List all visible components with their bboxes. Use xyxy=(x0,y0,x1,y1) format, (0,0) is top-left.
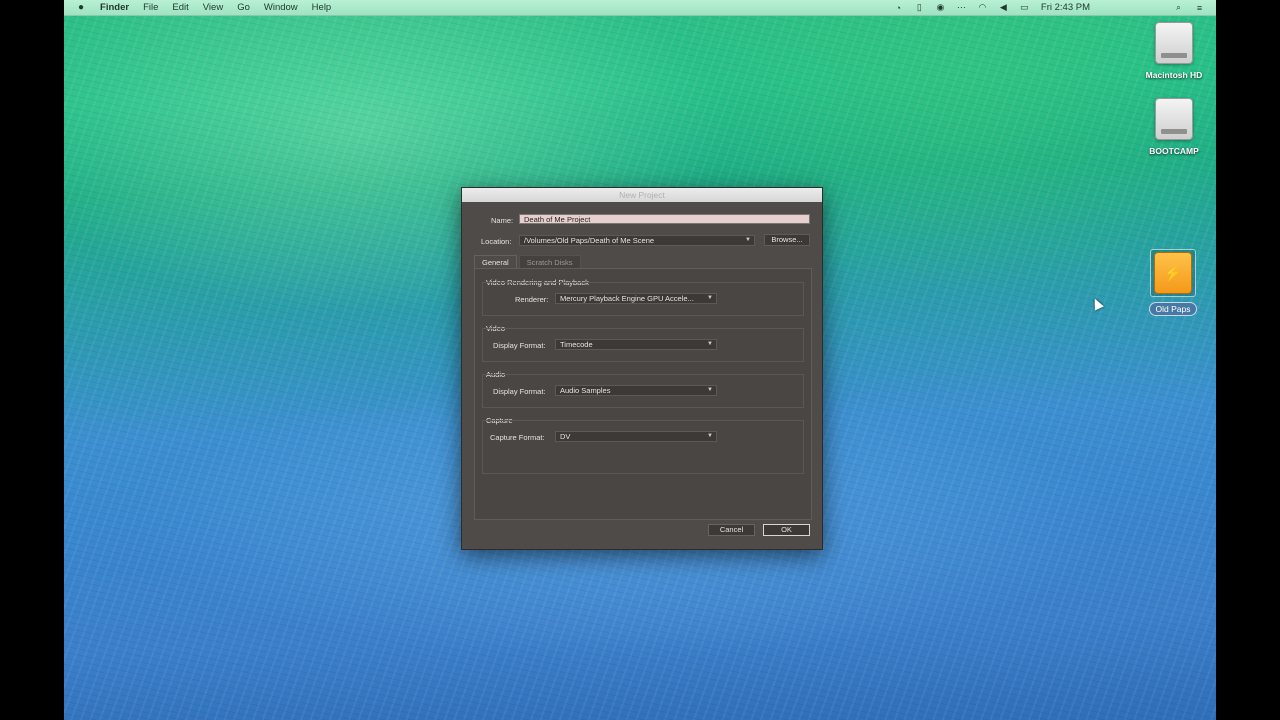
cancel-button[interactable]: Cancel xyxy=(708,524,755,536)
menu-window[interactable]: Window xyxy=(264,2,298,13)
dropdown-arrow-icon: ▼ xyxy=(707,433,713,439)
menu-view[interactable]: View xyxy=(203,2,223,13)
capture-format-label: Capture Format: xyxy=(490,433,545,442)
search-icon[interactable]: ⌕ xyxy=(1172,2,1185,13)
desktop-icon-macintosh-hd[interactable]: Macintosh HD xyxy=(1134,22,1214,80)
menu-help[interactable]: Help xyxy=(312,2,332,13)
tab-general[interactable]: General xyxy=(474,255,517,269)
hard-drive-icon xyxy=(1155,22,1193,64)
desktop-icon-label: BOOTCAMP xyxy=(1149,146,1199,156)
desktop-icon-label: Macintosh HD xyxy=(1145,70,1203,80)
external-drive-icon: ⚡ xyxy=(1154,252,1192,294)
desktop: ● Finder File Edit View Go Window Help ◔… xyxy=(64,0,1216,720)
location-value: /Volumes/Old Paps/Death of Me Scene xyxy=(524,236,655,245)
desktop-icon-label: Old Paps xyxy=(1148,302,1198,316)
capture-format-dropdown[interactable]: DV ▼ xyxy=(555,431,717,442)
desktop-icon-old-paps[interactable]: ⚡ Old Paps xyxy=(1133,249,1213,317)
general-panel: Video Rendering and Playback Renderer: M… xyxy=(474,268,812,520)
new-project-dialog: New Project Name: Death of Me Project Lo… xyxy=(461,187,823,550)
apple-menu-icon[interactable]: ● xyxy=(78,2,84,13)
renderer-value: Mercury Playback Engine GPU Accele... xyxy=(560,294,694,303)
menu-go[interactable]: Go xyxy=(237,2,250,13)
audio-display-format-value: Audio Samples xyxy=(560,386,611,395)
renderer-dropdown[interactable]: Mercury Playback Engine GPU Accele... ▼ xyxy=(555,293,717,304)
desktop-icon-bootcamp[interactable]: BOOTCAMP xyxy=(1134,98,1214,156)
dropdown-arrow-icon: ▼ xyxy=(707,295,713,301)
dropdown-arrow-icon: ▼ xyxy=(707,387,713,393)
dialog-body: Name: Death of Me Project Location: /Vol… xyxy=(462,202,822,549)
capture-format-value: DV xyxy=(560,432,571,441)
menu-finder[interactable]: Finder xyxy=(100,2,129,13)
dropdown-arrow-icon: ▼ xyxy=(745,237,751,243)
battery-icon[interactable]: ▭ xyxy=(1018,2,1031,13)
renderer-label: Renderer: xyxy=(515,295,549,304)
video-display-format-label: Display Format: xyxy=(493,341,546,350)
menu-clock[interactable]: Fri 2:43 PM xyxy=(1041,2,1090,13)
audio-display-format-dropdown[interactable]: Audio Samples ▼ xyxy=(555,385,717,396)
menu-file[interactable]: File xyxy=(143,2,158,13)
dialog-title[interactable]: New Project xyxy=(462,188,822,202)
hard-drive-icon xyxy=(1155,98,1193,140)
tab-bar: General Scratch Disks xyxy=(474,255,581,269)
location-dropdown[interactable]: /Volumes/Old Paps/Death of Me Scene ▼ xyxy=(519,235,755,246)
name-label: Name: xyxy=(491,216,514,225)
more-icon[interactable]: ⋯ xyxy=(955,2,968,13)
dropdown-arrow-icon: ▼ xyxy=(707,341,713,347)
ok-button[interactable]: OK xyxy=(763,524,810,536)
video-display-format-dropdown[interactable]: Timecode ▼ xyxy=(555,339,717,350)
time-machine-icon[interactable]: ◔ xyxy=(892,3,905,13)
video-display-format-value: Timecode xyxy=(560,340,593,349)
browse-button[interactable]: Browse... xyxy=(764,234,810,246)
wifi-icon[interactable]: ◠ xyxy=(976,2,989,13)
capture-group xyxy=(482,420,804,474)
project-name-input[interactable]: Death of Me Project xyxy=(519,214,810,224)
selection-highlight: ⚡ xyxy=(1150,249,1196,297)
tab-scratch-disks[interactable]: Scratch Disks xyxy=(518,255,581,269)
volume-icon[interactable]: ◀ xyxy=(997,2,1010,13)
document-icon[interactable]: ▯ xyxy=(913,2,926,13)
location-label: Location: xyxy=(481,237,512,246)
notification-list-icon[interactable]: ≡ xyxy=(1193,3,1206,13)
menu-bar: ● Finder File Edit View Go Window Help ◔… xyxy=(64,0,1216,16)
record-icon[interactable]: ◉ xyxy=(934,2,947,13)
audio-display-format-label: Display Format: xyxy=(493,387,546,396)
menu-edit[interactable]: Edit xyxy=(172,2,188,13)
